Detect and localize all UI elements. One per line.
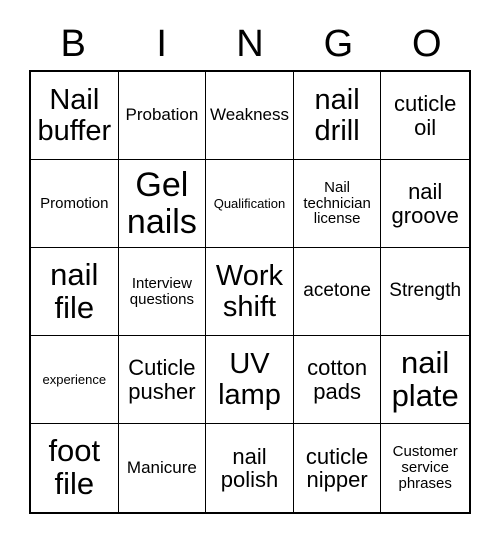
bingo-cell-r4c3[interactable]: UV lamp bbox=[206, 336, 294, 424]
bingo-cell-label: foot file bbox=[48, 433, 101, 501]
bingo-cell-label: cotton pads bbox=[307, 355, 368, 404]
bingo-cell-r2c4[interactable]: Nail technician license bbox=[293, 160, 382, 248]
bingo-cell-label: Nail buffer bbox=[37, 83, 112, 147]
bingo-grid: Nail buffer Probation Weakness nail drill cu… bbox=[29, 70, 471, 514]
bingo-cell-r5c3[interactable]: nail polish bbox=[206, 424, 294, 512]
bingo-cell-r5c1[interactable]: foot file bbox=[31, 424, 119, 512]
bingo-cell-label: Gel nails bbox=[126, 166, 197, 241]
bingo-cell-label: Qualification bbox=[213, 195, 286, 211]
bingo-cell-label: Interview questions bbox=[129, 274, 194, 308]
bingo-cell-label: cuticle nipper bbox=[305, 443, 369, 492]
bingo-cell-label: acetone bbox=[303, 280, 371, 302]
bingo-cell-r1c3[interactable]: Weakness bbox=[206, 72, 294, 160]
bingo-cell-r4c1[interactable]: experience bbox=[31, 336, 119, 424]
bingo-cell-r5c5[interactable]: Customer service phrases bbox=[381, 424, 469, 512]
bingo-cell-label: Strength bbox=[389, 280, 462, 302]
bingo-cell-r4c2[interactable]: Cuticle pusher bbox=[118, 336, 207, 424]
bingo-cell-label: nail groove bbox=[391, 179, 459, 228]
bingo-cell-label: nail plate bbox=[391, 344, 459, 413]
bingo-cell-label: Work shift bbox=[215, 259, 284, 323]
bingo-cell-label: cuticle oil bbox=[394, 91, 457, 140]
bingo-header-letter-o: O bbox=[412, 23, 442, 65]
bingo-cell-label: Manicure bbox=[126, 457, 197, 477]
bingo-cell-r1c4[interactable]: nail drill bbox=[293, 72, 382, 160]
bingo-cell-r4c5[interactable]: nail plate bbox=[381, 336, 469, 424]
bingo-cell-r2c5[interactable]: nail groove bbox=[381, 160, 469, 248]
bingo-cell-label: UV lamp bbox=[218, 347, 281, 411]
bingo-cell-r3c2[interactable]: Interview questions bbox=[118, 248, 207, 336]
bingo-cell-label: Probation bbox=[125, 105, 199, 125]
bingo-cell-label: nail file bbox=[50, 256, 99, 325]
bingo-cell-r3c3[interactable]: Work shift bbox=[206, 248, 294, 336]
bingo-header-letter-b: B bbox=[60, 23, 86, 65]
bingo-cell-label: experience bbox=[42, 371, 107, 387]
bingo-cell-r3c4[interactable]: acetone bbox=[293, 248, 382, 336]
bingo-header-letter-i: I bbox=[156, 23, 167, 65]
bingo-cell-r4c4[interactable]: cotton pads bbox=[293, 336, 382, 424]
bingo-cell-r2c1[interactable]: Promotion bbox=[31, 160, 119, 248]
bingo-header: BINGO bbox=[29, 18, 471, 70]
bingo-cell-r3c5[interactable]: Strength bbox=[381, 248, 469, 336]
bingo-cell-label: nail polish bbox=[220, 443, 279, 492]
bingo-cell-label: Weakness bbox=[209, 105, 290, 125]
bingo-cell-r5c4[interactable]: cuticle nipper bbox=[293, 424, 382, 512]
bingo-cell-r5c2[interactable]: Manicure bbox=[118, 424, 207, 512]
bingo-cell-r3c1[interactable]: nail file bbox=[31, 248, 119, 336]
bingo-cell-label: Customer service phrases bbox=[392, 443, 458, 492]
bingo-header-letter-g: G bbox=[323, 23, 354, 65]
bingo-header-letter-n: N bbox=[236, 23, 264, 65]
bingo-card: B I N G O Nail buffer Probation Weakness nail d… bbox=[0, 0, 500, 544]
bingo-cell-label: Cuticle pusher bbox=[128, 355, 196, 404]
bingo-cell-label: nail drill bbox=[314, 83, 360, 147]
bingo-cell-r2c3[interactable]: Qualification bbox=[206, 160, 294, 248]
bingo-cell-r1c1[interactable]: Nail buffer bbox=[31, 72, 119, 160]
bingo-cell-r1c5[interactable]: cuticle oil bbox=[381, 72, 469, 160]
bingo-cell-r2c2[interactable]: Gel nails bbox=[118, 160, 207, 248]
bingo-cell-r1c2[interactable]: Probation bbox=[118, 72, 207, 160]
bingo-cell-label: Nail technician license bbox=[303, 178, 371, 228]
bingo-cell-label: Promotion bbox=[40, 194, 109, 212]
